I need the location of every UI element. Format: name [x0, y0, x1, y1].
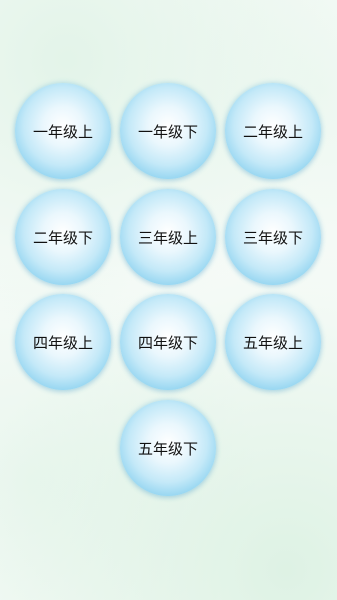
grade-label: 三年级下: [242, 228, 303, 247]
grade-label: 三年级上: [137, 228, 198, 247]
grade-button-grid: 一年级上 一年级下 二年级上 二年级下 三年级上 三年级下 四年级上 四年级下 …: [0, 0, 337, 600]
grade-label: 四年级下: [137, 333, 198, 352]
grade-button-3-up[interactable]: 三年级上: [120, 189, 216, 285]
grade-label: 五年级上: [242, 333, 303, 352]
grade-label: 二年级下: [32, 228, 93, 247]
grade-label: 一年级上: [32, 122, 93, 141]
grade-button-4-up[interactable]: 四年级上: [15, 294, 111, 390]
grade-label: 五年级下: [137, 439, 198, 458]
grade-button-2-up[interactable]: 二年级上: [225, 83, 321, 179]
grade-label: 二年级上: [242, 122, 303, 141]
grade-button-2-down[interactable]: 二年级下: [15, 189, 111, 285]
grade-button-5-down[interactable]: 五年级下: [120, 400, 216, 496]
grade-button-4-down[interactable]: 四年级下: [120, 294, 216, 390]
grade-button-5-up[interactable]: 五年级上: [225, 294, 321, 390]
grade-label: 四年级上: [32, 333, 93, 352]
grade-label: 一年级下: [137, 122, 198, 141]
grade-button-1-down[interactable]: 一年级下: [120, 83, 216, 179]
grade-select-screen: 一年级上 一年级下 二年级上 二年级下 三年级上 三年级下 四年级上 四年级下 …: [0, 0, 337, 600]
grade-button-1-up[interactable]: 一年级上: [15, 83, 111, 179]
grade-button-3-down[interactable]: 三年级下: [225, 189, 321, 285]
